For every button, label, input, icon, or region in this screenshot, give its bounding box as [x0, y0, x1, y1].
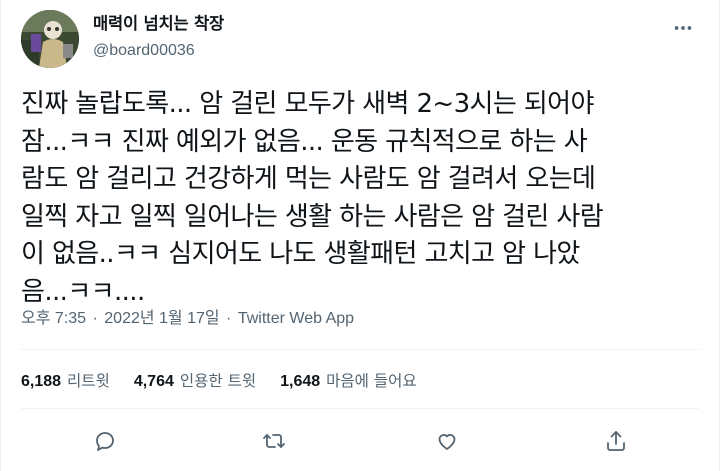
quotes-stat[interactable]: 4,764 인용한 트윗 [134, 369, 256, 394]
more-options-button[interactable] [669, 14, 697, 42]
user-block: 매력이 넘치는 착장 @board00036 [93, 12, 224, 63]
tweet-card: 매력이 넘치는 착장 @board00036 진짜 놀랍도록... 암 걸린 모… [0, 0, 720, 471]
tweet-actions [1, 420, 719, 466]
reply-button[interactable] [88, 424, 122, 458]
tweet-text-line: 일찍 자고 일찍 일어나는 생활 하는 사람은 암 걸린 사람 [21, 201, 604, 232]
tweet-text-line: 음...ㅋㅋ.... [21, 276, 145, 307]
user-handle[interactable]: @board00036 [93, 39, 224, 63]
likes-count: 1,648 [280, 373, 321, 390]
avatar-image [21, 10, 79, 68]
tweet-meta: 오후 7:35 · 2022년 1월 17일 · Twitter Web App [21, 307, 354, 331]
retweet-button[interactable] [257, 424, 291, 458]
tweet-time[interactable]: 오후 7:35 [21, 310, 86, 327]
tweet-stats: 6,188 리트윗 4,764 인용한 트윗 1,648 마음에 들어요 [21, 369, 441, 394]
quotes-count: 4,764 [133, 373, 174, 390]
more-horizontal-icon [674, 26, 692, 30]
display-name[interactable]: 매력이 넘치는 착장 [93, 12, 224, 36]
retweet-icon [263, 434, 285, 448]
retweets-count: 6,188 [21, 373, 62, 390]
tweet-text-line: 이 없음..ㅋㅋ 심지어도 나도 생활패턴 고치고 암 나았 [21, 239, 580, 269]
tweet-source[interactable]: Twitter Web App [238, 310, 354, 327]
share-icon [607, 431, 625, 451]
tweet-text-line: 진짜 놀랍도록... 암 걸린 모두가 새벽 2~3시는 되어야 [21, 89, 594, 119]
tweet-text-line: 람도 암 걸리고 건강하게 먹는 사람도 암 걸려서 오는데 [21, 164, 596, 194]
divider [21, 349, 699, 350]
like-button[interactable] [430, 424, 464, 458]
meta-separator: · [92, 310, 98, 327]
likes-label: 마음에 들어요 [326, 372, 417, 390]
meta-separator: · [226, 310, 232, 327]
tweet-header: 매력이 넘치는 착장 @board00036 [21, 8, 699, 72]
avatar[interactable] [21, 10, 79, 68]
share-button[interactable] [599, 424, 633, 458]
heart-icon [438, 434, 456, 450]
retweets-stat[interactable]: 6,188 리트윗 [21, 369, 110, 394]
tweet-date[interactable]: 2022년 1월 17일 [104, 310, 219, 327]
divider [21, 408, 699, 409]
tweet-text-line: 잠...ㅋㅋ 진짜 예외가 없음... 운동 규칙적으로 하는 사 [21, 126, 588, 157]
retweets-label: 리트윗 [67, 372, 110, 390]
quotes-label: 인용한 트윗 [179, 372, 257, 390]
tweet-text: 진짜 놀랍도록... 암 걸린 모두가 새벽 2~3시는 되어야 잠...ㅋㅋ … [21, 86, 711, 311]
likes-stat[interactable]: 1,648 마음에 들어요 [280, 369, 417, 394]
reply-icon [96, 432, 114, 451]
